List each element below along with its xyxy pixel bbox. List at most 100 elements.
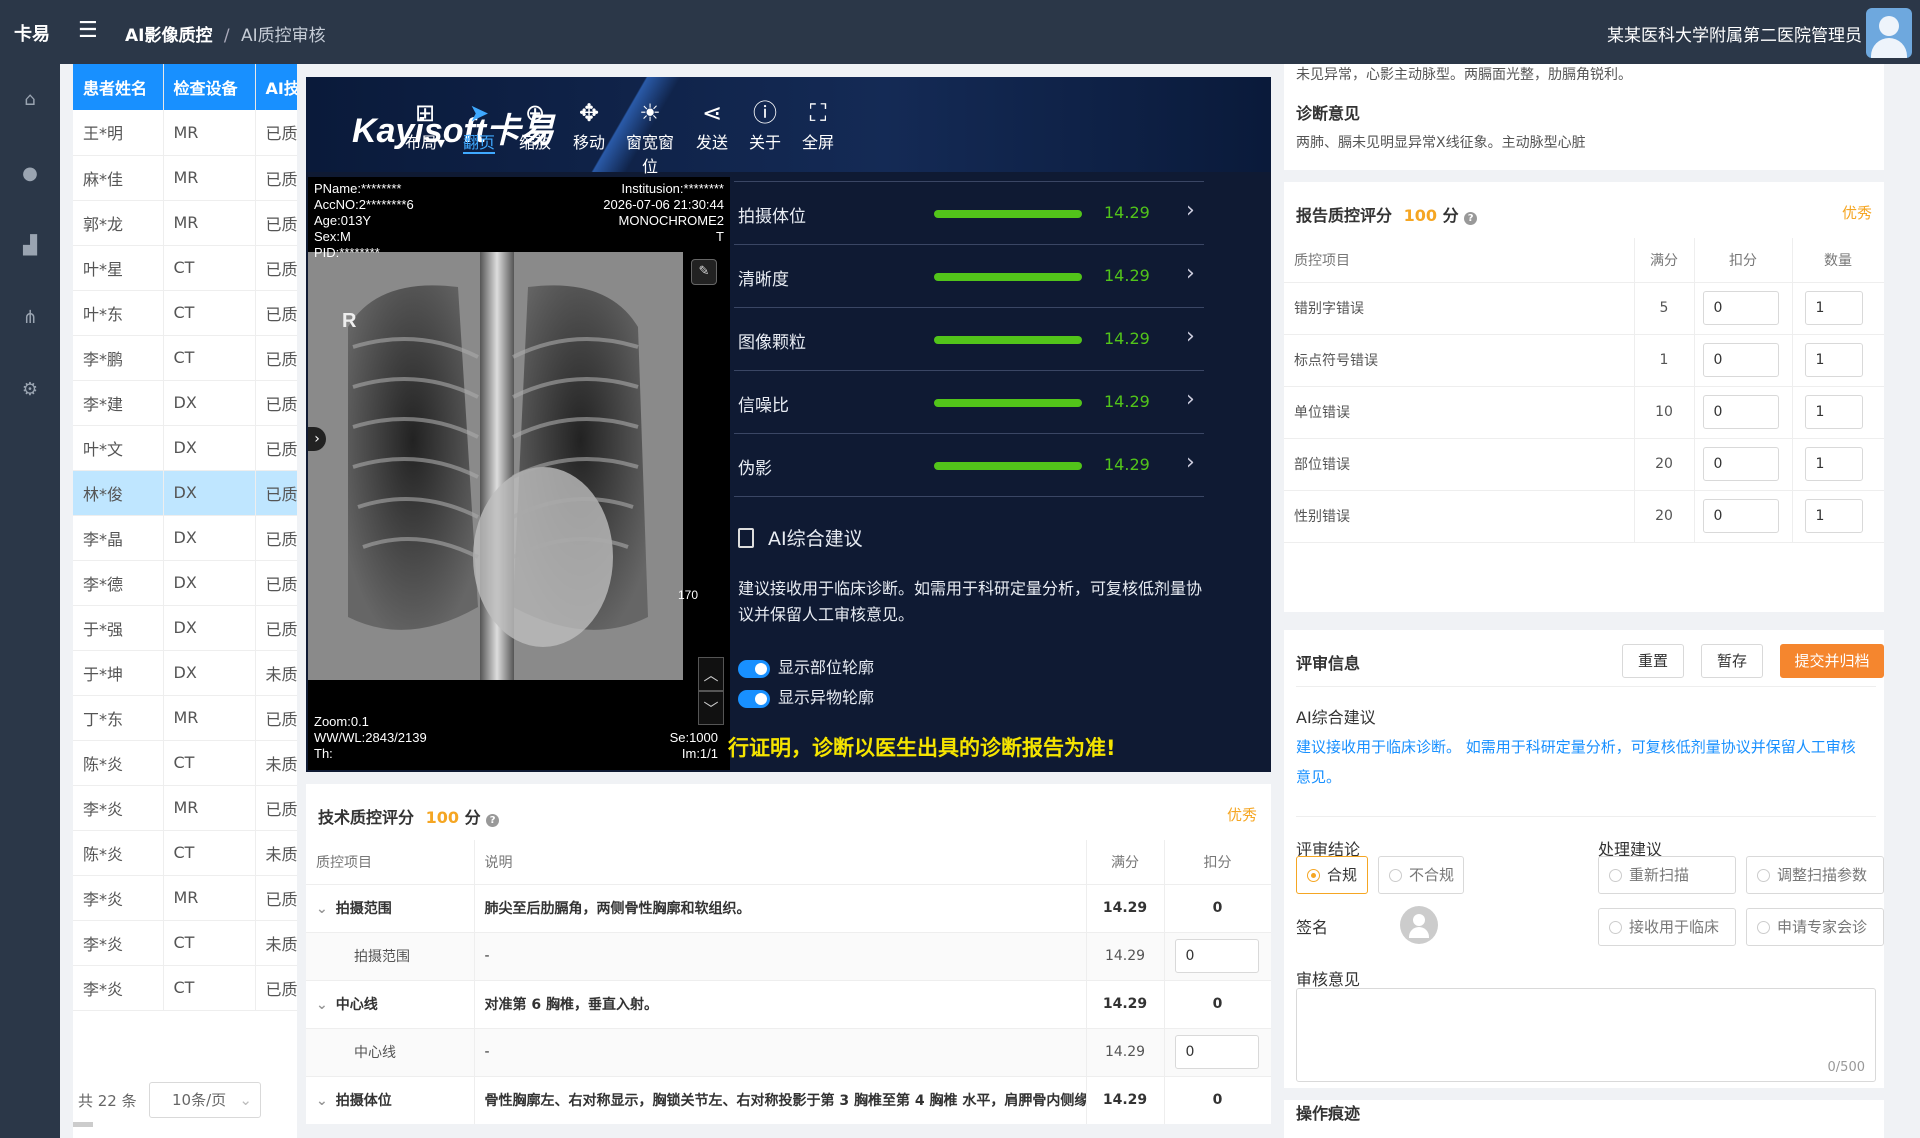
deduct-input[interactable]: 0 (1174, 1035, 1259, 1069)
metric-row[interactable]: 图像颗粒 14.29 › (734, 308, 1204, 371)
qc-full: 14.29 (1086, 932, 1165, 981)
table-row[interactable]: 李*炎 CT 已质 (73, 965, 297, 1011)
menu-toggle-icon[interactable]: ☰ (78, 18, 98, 43)
tool-share-button[interactable]: ⋖ 发送 (686, 97, 738, 153)
table-row[interactable]: 叶*星 CT 已质 (73, 245, 297, 291)
table-row[interactable]: 麻*佳 MR 已质 (73, 155, 297, 201)
tool-help-button[interactable]: ⓘ 关于 (739, 97, 791, 153)
tool-brightness-button[interactable]: ☀ 窗宽窗位 (624, 97, 676, 177)
metric-row[interactable]: 拍摄体位 14.29 › (734, 182, 1204, 245)
toggle-body-outline[interactable]: 显示部位轮廓 (738, 654, 874, 678)
report-panel: 未见异常，心影主动脉型。两膈面光整，肋膈角锐利。 诊断意见 两肺、膈未见明显异常… (1284, 64, 1892, 1138)
submit-archive-button[interactable]: 提交并归档 (1780, 644, 1884, 678)
table-row[interactable]: 郭*龙 MR 已质 (73, 200, 297, 246)
deduct-input[interactable]: 0 (1702, 291, 1779, 325)
count-input[interactable]: 1 (1804, 395, 1863, 429)
count-input[interactable]: 1 (1804, 499, 1863, 533)
deduct-input[interactable]: 0 (1702, 343, 1779, 377)
deduct-input[interactable]: 0 (1702, 447, 1779, 481)
table-row[interactable]: 李*炎 MR 已质 (73, 785, 297, 831)
col-ai-status[interactable]: AI技 (255, 64, 297, 110)
conclusion-noncompliant-radio[interactable]: 不合规 (1378, 856, 1464, 894)
tool-cursor-button[interactable]: ➤ 翻页 (453, 97, 505, 154)
table-row[interactable]: 叶*东 CT 已质 (73, 290, 297, 336)
tool-move-button[interactable]: ✥ 移动 (563, 97, 615, 153)
chevron-right-icon[interactable]: › (1186, 198, 1195, 223)
table-scrollbar[interactable] (73, 1122, 93, 1127)
table-row[interactable]: 王*明 MR 已质 (73, 110, 297, 156)
table-row[interactable]: 林*俊 DX 已质 (73, 470, 297, 516)
count-input[interactable]: 1 (1804, 343, 1863, 377)
chevron-right-icon[interactable]: › (1186, 450, 1195, 475)
table-row[interactable]: 于*强 DX 已质 (73, 605, 297, 651)
patient-device: MR (163, 110, 256, 156)
deduct-input[interactable]: 0 (1702, 395, 1779, 429)
table-row[interactable]: 李*德 DX 已质 (73, 560, 297, 606)
overlay-series: Se:1000 (669, 730, 718, 745)
table-row[interactable]: 陈*炎 CT 未质 (73, 830, 297, 876)
toggle-switch[interactable] (738, 659, 770, 678)
col-patient-name[interactable]: 患者姓名 (73, 64, 164, 110)
metric-row[interactable]: 伪影 14.29 › (734, 434, 1204, 497)
table-row[interactable]: 丁*东 MR 已质 (73, 695, 297, 741)
action-accept-radio[interactable]: 接收用于临床 (1598, 908, 1736, 946)
org-icon[interactable]: ⋔ (18, 306, 42, 330)
table-row[interactable]: 陈*炎 CT 未质 (73, 740, 297, 786)
xray-image[interactable]: PName:******** AccNO:2********6 Age:013Y… (308, 177, 730, 770)
col-device[interactable]: 检查设备 (163, 64, 256, 110)
table-row[interactable]: 叶*文 DX 已质 (73, 425, 297, 471)
qc-item-group[interactable]: ⌄ 拍摄范围 (306, 884, 475, 933)
reset-button[interactable]: 重置 (1622, 644, 1684, 678)
trace-card: 操作痕迹 (1284, 1100, 1884, 1138)
metric-label: 清晰度 (738, 270, 789, 290)
toggle-foreign-outline[interactable]: 显示异物轮廓 (738, 684, 874, 708)
action-rescan-radio[interactable]: 重新扫描 (1598, 856, 1736, 894)
table-row[interactable]: 李*炎 MR 已质 (73, 875, 297, 921)
action-consult-radio[interactable]: 申请专家会诊 (1746, 908, 1884, 946)
save-draft-button[interactable]: 暂存 (1701, 644, 1763, 678)
settings-icon[interactable]: ⚙ (18, 378, 42, 402)
home-icon[interactable]: ⌂ (18, 88, 42, 112)
help-icon[interactable]: ? (1464, 212, 1478, 225)
chevron-right-icon[interactable]: › (1186, 324, 1195, 349)
share-icon: ⋖ (701, 99, 723, 127)
action-adjust-radio[interactable]: 调整扫描参数 (1746, 856, 1884, 894)
table-row[interactable]: 于*坤 DX 未质 (73, 650, 297, 696)
table-row[interactable]: 李*建 DX 已质 (73, 380, 297, 426)
help-icon[interactable]: ? (486, 814, 500, 827)
annotate-icon[interactable]: ✎ (691, 259, 717, 285)
metric-row[interactable]: 清晰度 14.29 › (734, 245, 1204, 308)
page-size-select[interactable]: 10条/页 ⌄ (149, 1082, 261, 1118)
toggle-switch[interactable] (738, 689, 770, 708)
chevron-right-icon[interactable]: › (1186, 387, 1195, 412)
chevron-down-icon[interactable]: ⌄ (316, 997, 328, 1013)
table-row[interactable]: 李*炎 CT 未质 (73, 920, 297, 966)
count-input[interactable]: 1 (1804, 291, 1863, 325)
table-row[interactable]: 李*晶 DX 已质 (73, 515, 297, 561)
avatar[interactable] (1866, 8, 1912, 58)
scroll-up-button[interactable]: ︿ (698, 657, 724, 691)
tool-zoom-button[interactable]: ⊕ 缩放 (509, 97, 561, 153)
count-input[interactable]: 1 (1804, 447, 1863, 481)
metric-row[interactable]: 信噪比 14.29 › (734, 371, 1204, 434)
tool-fullscreen-button[interactable]: ⛶ 全屏 (792, 97, 844, 153)
deduct-input[interactable]: 0 (1174, 939, 1259, 973)
tool-grid-button[interactable]: ⊞ 布局▾ (399, 97, 451, 153)
chevron-down-icon[interactable]: ⌄ (316, 1093, 328, 1109)
scroll-down-button[interactable]: ﹀ (698, 691, 724, 725)
user-name[interactable]: 管理员 (1811, 21, 1862, 46)
opinion-textarea[interactable]: 0/500 (1296, 988, 1876, 1082)
chart-icon[interactable]: ▟ (18, 234, 42, 258)
finding-text: 未见异常，心影主动脉型。两膈面光整，肋膈角锐利。 (1296, 67, 1632, 83)
signature-avatar-icon[interactable] (1400, 906, 1438, 944)
table-row[interactable]: 李*鹏 CT 已质 (73, 335, 297, 381)
conclusion-compliant-radio[interactable]: 合规 (1296, 856, 1368, 894)
chevron-down-icon[interactable]: ⌄ (316, 901, 328, 917)
table-row: 错别字错误 5 0 1 (1284, 282, 1884, 335)
breadcrumb-main[interactable]: AI影像质控 (125, 26, 212, 46)
user-icon[interactable]: ● (18, 162, 42, 186)
qc-item-group[interactable]: ⌄ 中心线 (306, 980, 475, 1029)
deduct-input[interactable]: 0 (1702, 499, 1779, 533)
chevron-right-icon[interactable]: › (1186, 261, 1195, 286)
qc-item-group[interactable]: ⌄ 拍摄体位 (306, 1076, 475, 1124)
